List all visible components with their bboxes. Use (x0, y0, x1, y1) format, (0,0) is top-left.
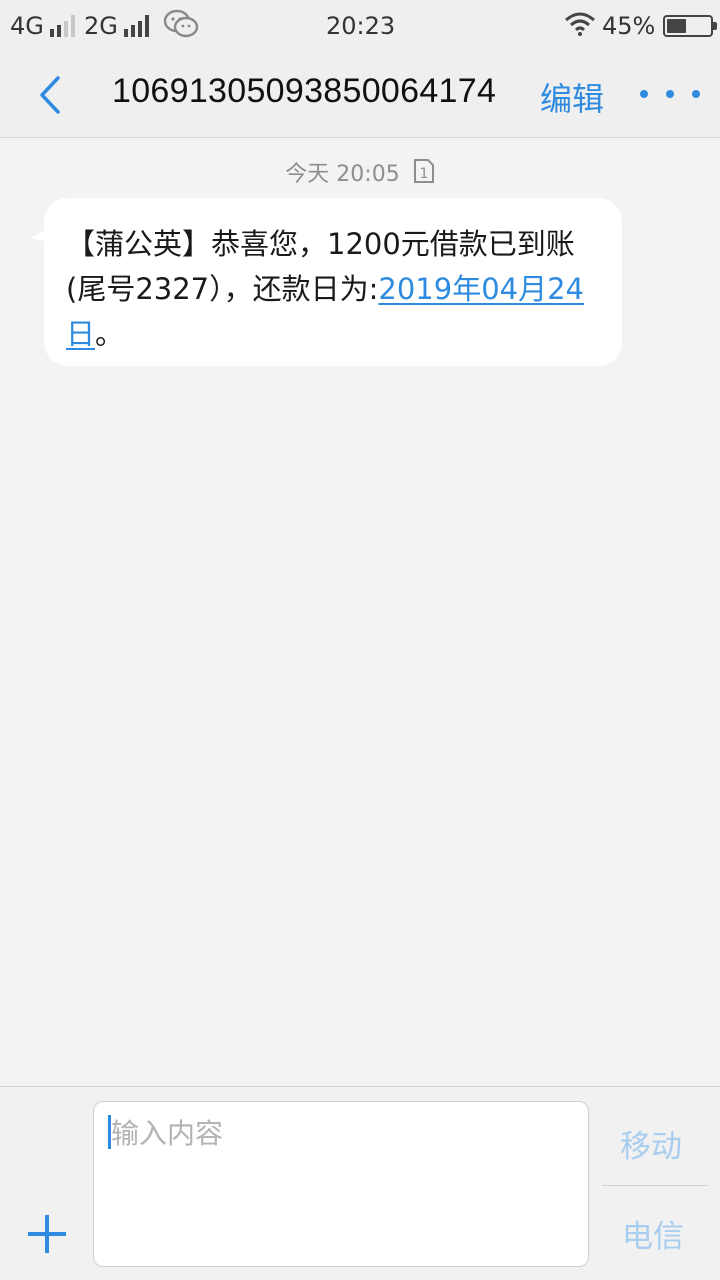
contact-number-title: 1069130509385006​4174 (112, 72, 497, 110)
status-time: 20:23 (326, 12, 396, 40)
timestamp-text: 今天 20:05 (285, 162, 400, 187)
incoming-message-bubble[interactable]: 【蒲公英】恭喜您，1200元借款已到账(尾号2327），还款日为:2019年04… (44, 198, 622, 366)
svg-text:1: 1 (419, 166, 428, 182)
plus-icon[interactable] (24, 1211, 70, 1257)
sms-conversation-screen: 4G 2G 20:23 (0, 0, 720, 1280)
network-4g-indicator: 4G (10, 12, 75, 40)
battery-indicator: 45% (602, 12, 718, 40)
message-timestamp: 今天 20:05 1 (0, 156, 720, 190)
message-text-end: 。 (95, 317, 125, 351)
sim-card-icon: 1 (413, 158, 435, 190)
battery-icon (663, 15, 718, 37)
message-input-placeholder: 输入内容 (111, 1117, 224, 1150)
composer-bar: 输入内容 移动 电信 (0, 1086, 720, 1280)
signal-icon (123, 15, 149, 37)
back-button[interactable] (26, 70, 76, 120)
network-2g-indicator: 2G (84, 12, 149, 40)
network-4g-label: 4G (10, 12, 44, 40)
wechat-icon (163, 8, 199, 40)
wifi-icon (564, 12, 596, 36)
message-input[interactable]: 输入内容 (93, 1101, 589, 1267)
signal-icon (49, 15, 75, 37)
send-telecom-button[interactable]: 电信 (622, 1211, 684, 1256)
more-options-button[interactable] (640, 74, 700, 114)
chevron-left-icon (40, 76, 60, 114)
more-dots-icon (640, 90, 648, 98)
network-2g-label: 2G (84, 12, 118, 40)
send-divider (602, 1185, 708, 1186)
conversation-header: 1069130509385006​4174 编辑 (0, 52, 720, 138)
battery-percent: 45% (602, 12, 656, 40)
send-mobile-button[interactable]: 移动 (620, 1121, 682, 1166)
status-bar: 4G 2G 20:23 45% (0, 0, 720, 52)
edit-button[interactable]: 编辑 (540, 74, 604, 120)
